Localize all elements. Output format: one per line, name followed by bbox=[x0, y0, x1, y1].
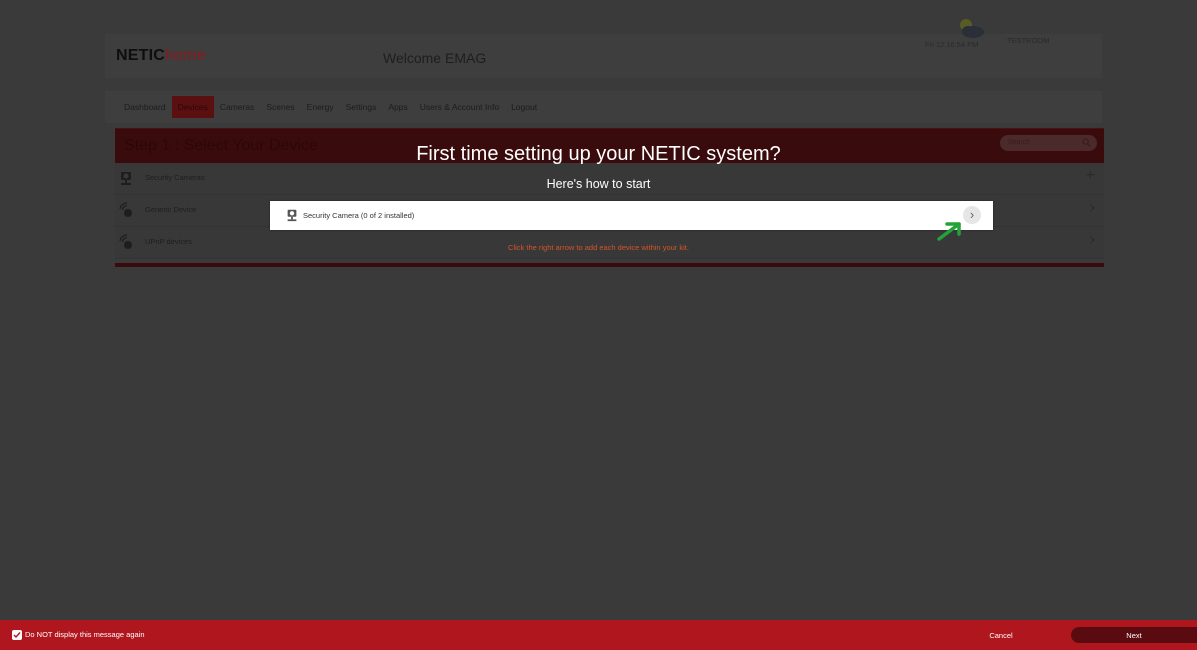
add-device-arrow-button[interactable]: › bbox=[963, 206, 981, 224]
weather-temperature: 5°C bbox=[928, 22, 947, 34]
nav-item-apps[interactable]: Apps bbox=[382, 96, 413, 118]
overlay-title: First time setting up your NETIC system? bbox=[416, 143, 781, 165]
camera-icon bbox=[287, 209, 297, 222]
highlight-device-label: Security Camera (0 of 2 installed) bbox=[303, 211, 415, 220]
user-name[interactable]: TESTROOM bbox=[1007, 36, 1050, 45]
nav-item-logout[interactable]: Logout bbox=[505, 96, 543, 118]
nav-item-settings[interactable]: Settings bbox=[340, 96, 383, 118]
do-not-display-checkbox[interactable] bbox=[12, 630, 22, 640]
main-nav: Dashboard Devices Cameras Scenes Energy … bbox=[118, 96, 543, 118]
panel-bottom-border bbox=[115, 263, 1104, 267]
device-label: Generic Device bbox=[145, 205, 197, 214]
highlight-device-row[interactable]: Security Camera (0 of 2 installed) › bbox=[270, 201, 993, 230]
do-not-display-label[interactable]: Do NOT display this message again bbox=[25, 630, 145, 639]
logo-netic-text: NETIC bbox=[116, 47, 165, 64]
overlay-subtitle: Here's how to start bbox=[546, 177, 651, 191]
generic-device-icon bbox=[119, 202, 132, 217]
check-icon bbox=[13, 632, 21, 639]
footer-bar: Do NOT display this message again Cancel… bbox=[0, 620, 1197, 650]
nav-item-dashboard[interactable]: Dashboard bbox=[118, 96, 172, 118]
welcome-text: Welcome EMAG bbox=[383, 50, 487, 66]
nav-item-cameras[interactable]: Cameras bbox=[214, 96, 260, 118]
page: NETIChome Welcome EMAG 5°C Fri 12:16:54 … bbox=[0, 0, 1197, 650]
chevron-right-icon[interactable]: › bbox=[1090, 199, 1095, 217]
netic-home-logo[interactable]: NETIChome bbox=[116, 47, 206, 65]
nav-item-users-account[interactable]: Users & Account Info bbox=[414, 96, 505, 118]
cancel-button[interactable]: Cancel bbox=[938, 627, 1064, 643]
date-time: Fri 12:16:54 PM bbox=[925, 40, 979, 49]
nav-item-scenes[interactable]: Scenes bbox=[260, 96, 300, 118]
green-pointer-arrow-icon bbox=[937, 222, 961, 241]
nav-item-devices[interactable]: Devices bbox=[171, 96, 214, 118]
logo-home-text: home bbox=[165, 47, 206, 64]
overlay-hint-text: Click the right arrow to add each device… bbox=[508, 243, 689, 252]
nav-item-energy[interactable]: Energy bbox=[301, 96, 340, 118]
partly-cloudy-icon bbox=[960, 19, 984, 38]
next-button[interactable]: Next bbox=[1071, 627, 1197, 643]
